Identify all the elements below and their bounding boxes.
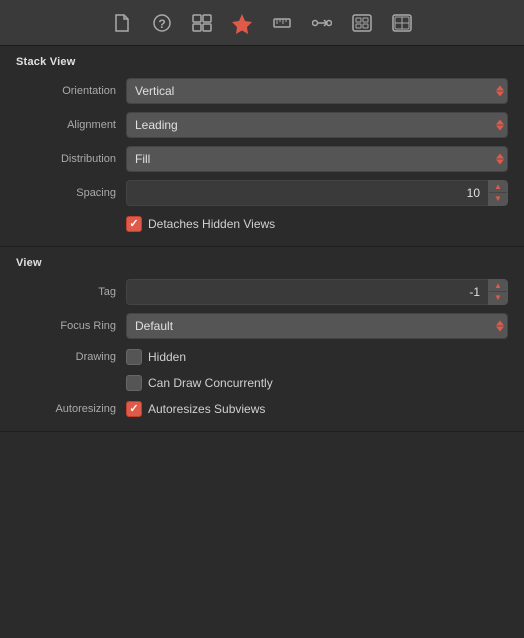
- autoresizes-checkmark: ✓: [129, 404, 138, 415]
- view-title: View: [0, 247, 524, 275]
- can-draw-row: Can Draw Concurrently: [0, 371, 524, 395]
- distribution-row: Distribution Fill Fill Equally Fill Prop…: [0, 142, 524, 176]
- distribution-select-wrapper: Fill Fill Equally Fill Proportionally Eq…: [126, 146, 508, 172]
- can-draw-checkbox[interactable]: [126, 375, 142, 391]
- effects-icon[interactable]: [391, 12, 413, 34]
- ruler-icon[interactable]: [271, 12, 293, 34]
- drawing-row: Drawing Hidden: [0, 343, 524, 371]
- file-icon[interactable]: [111, 12, 133, 34]
- focus-ring-label: Focus Ring: [16, 320, 126, 332]
- alignment-control: Leading Fill Center Trailing: [126, 112, 508, 138]
- autoresizes-checkbox-wrapper[interactable]: ✓ Autoresizes Subviews: [126, 401, 508, 417]
- spacing-decrement-button[interactable]: ▼: [489, 193, 507, 205]
- focus-ring-row: Focus Ring Default None Exterior: [0, 309, 524, 343]
- detaches-row: ✓ Detaches Hidden Views: [0, 210, 524, 238]
- spacing-input[interactable]: 10: [126, 180, 488, 206]
- spacing-stepper-buttons: ▲ ▼: [488, 180, 508, 206]
- bindings-icon[interactable]: [351, 12, 373, 34]
- drawing-control: Hidden: [126, 349, 508, 365]
- focus-ring-select-wrapper: Default None Exterior: [126, 313, 508, 339]
- hidden-checkbox-wrapper[interactable]: Hidden: [126, 349, 508, 365]
- view-section: View Tag -1 ▲ ▼ Focus Ring Default None …: [0, 247, 524, 432]
- focus-ring-control: Default None Exterior: [126, 313, 508, 339]
- hidden-checkbox[interactable]: [126, 349, 142, 365]
- orientation-select[interactable]: Vertical Horizontal: [126, 78, 508, 104]
- detaches-checkbox[interactable]: ✓: [126, 216, 142, 232]
- tag-decrement-button[interactable]: ▼: [489, 292, 507, 304]
- alignment-label: Alignment: [16, 119, 126, 131]
- detaches-label: Detaches Hidden Views: [148, 217, 275, 231]
- distribution-control: Fill Fill Equally Fill Proportionally Eq…: [126, 146, 508, 172]
- tag-input[interactable]: -1: [126, 279, 488, 305]
- drawing-label: Drawing: [16, 351, 126, 363]
- autoresizing-row: Autoresizing ✓ Autoresizes Subviews: [0, 395, 524, 423]
- tag-stepper-buttons: ▲ ▼: [488, 279, 508, 305]
- tag-increment-button[interactable]: ▲: [489, 280, 507, 292]
- orientation-control: Vertical Horizontal: [126, 78, 508, 104]
- orientation-label: Orientation: [16, 85, 126, 97]
- toolbar: ?: [0, 0, 524, 46]
- attributes-icon[interactable]: [231, 12, 253, 34]
- spacing-increment-button[interactable]: ▲: [489, 181, 507, 193]
- distribution-select[interactable]: Fill Fill Equally Fill Proportionally Eq…: [126, 146, 508, 172]
- help-icon[interactable]: ?: [151, 12, 173, 34]
- stack-view-title: Stack View: [0, 46, 524, 74]
- tag-control: -1 ▲ ▼: [126, 279, 508, 305]
- distribution-label: Distribution: [16, 153, 126, 165]
- autoresizing-control: ✓ Autoresizes Subviews: [126, 401, 508, 417]
- autoresizes-checkbox[interactable]: ✓: [126, 401, 142, 417]
- orientation-row: Orientation Vertical Horizontal: [0, 74, 524, 108]
- orientation-select-wrapper: Vertical Horizontal: [126, 78, 508, 104]
- library-icon[interactable]: [191, 12, 213, 34]
- autoresizes-label: Autoresizes Subviews: [148, 402, 265, 416]
- alignment-select[interactable]: Leading Fill Center Trailing: [126, 112, 508, 138]
- can-draw-label: Can Draw Concurrently: [148, 376, 273, 390]
- detaches-checkbox-wrapper[interactable]: ✓ Detaches Hidden Views: [126, 216, 275, 232]
- spacing-label: Spacing: [16, 187, 126, 199]
- connections-icon[interactable]: [311, 12, 333, 34]
- svg-text:?: ?: [158, 17, 165, 31]
- stack-view-section: Stack View Orientation Vertical Horizont…: [0, 46, 524, 247]
- spacing-stepper: 10 ▲ ▼: [126, 180, 508, 206]
- spacing-row: Spacing 10 ▲ ▼: [0, 176, 524, 210]
- tag-row: Tag -1 ▲ ▼: [0, 275, 524, 309]
- spacing-control: 10 ▲ ▼: [126, 180, 508, 206]
- alignment-select-wrapper: Leading Fill Center Trailing: [126, 112, 508, 138]
- autoresizing-label: Autoresizing: [16, 403, 126, 415]
- detaches-checkmark: ✓: [129, 219, 138, 230]
- hidden-label: Hidden: [148, 350, 186, 364]
- tag-label: Tag: [16, 286, 126, 298]
- focus-ring-select[interactable]: Default None Exterior: [126, 313, 508, 339]
- alignment-row: Alignment Leading Fill Center Trailing: [0, 108, 524, 142]
- tag-stepper: -1 ▲ ▼: [126, 279, 508, 305]
- can-draw-checkbox-wrapper[interactable]: Can Draw Concurrently: [126, 375, 273, 391]
